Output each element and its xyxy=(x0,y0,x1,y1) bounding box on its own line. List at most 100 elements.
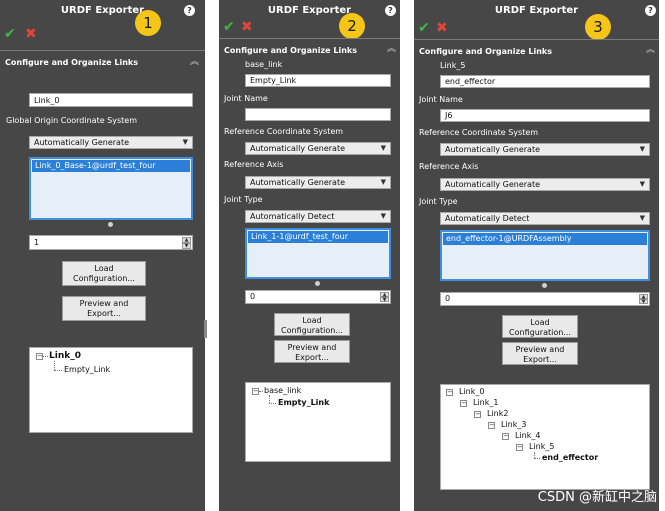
collapse-node-icon[interactable]: − xyxy=(516,444,523,451)
component-listbox[interactable]: end_effector-1@URDFAssembly xyxy=(440,230,650,281)
select-value: Automatically Generate xyxy=(445,180,541,189)
panel-title: URDF Exporter xyxy=(60,5,145,16)
help-icon[interactable]: ? xyxy=(184,5,195,16)
load-configuration-button[interactable]: Load Configuration... xyxy=(502,315,578,338)
button-line-1: Preview and xyxy=(515,345,565,354)
select-value: Automatically Detect xyxy=(445,214,530,223)
link-tree[interactable]: − base_link Empty_Link xyxy=(245,382,391,462)
panel-title: URDF Exporter xyxy=(267,5,352,16)
collapse-icon[interactable]: ︽ xyxy=(387,45,396,54)
coord-system-select[interactable]: Automatically Generate ▼ xyxy=(29,136,193,149)
ok-check-icon[interactable]: ✔ xyxy=(4,27,16,41)
resize-grip-icon[interactable] xyxy=(315,281,320,286)
child-count-stepper[interactable]: 1 ▲ ▼ xyxy=(29,235,193,250)
chevron-down-icon: ▼ xyxy=(182,138,188,146)
ok-check-icon[interactable]: ✔ xyxy=(418,21,430,35)
button-line-2: Export... xyxy=(295,353,329,362)
collapse-node-icon[interactable]: − xyxy=(252,388,259,395)
collapse-node-icon[interactable]: − xyxy=(502,433,509,440)
joint-name-label: Joint Name xyxy=(224,94,268,103)
tree-node[interactable]: Empty_Link xyxy=(278,398,329,407)
select-value: Automatically Generate xyxy=(34,138,130,147)
component-item[interactable]: end_effector-1@URDFAssembly xyxy=(443,233,647,245)
link-name-input[interactable]: end_effector xyxy=(440,75,650,88)
component-item[interactable]: Link_1-1@urdf_test_four xyxy=(248,231,388,243)
load-configuration-button[interactable]: Load Configuration... xyxy=(62,261,146,286)
resize-grip-icon[interactable] xyxy=(542,283,547,288)
ref-coord-select[interactable]: Automatically Generate ▼ xyxy=(440,143,650,156)
joint-type-select[interactable]: Automatically Detect ▼ xyxy=(440,212,650,225)
preview-export-button[interactable]: Preview and Export... xyxy=(274,340,350,363)
link-tree[interactable]: − Link_0 − Link_1 − Link2 − Link_3 − Lin… xyxy=(440,384,650,490)
link-name-input[interactable]: Link_0 xyxy=(29,93,193,107)
tree-node[interactable]: Link2 xyxy=(487,409,508,418)
stepper-value: 0 xyxy=(445,294,451,303)
tree-node[interactable]: end_effector xyxy=(542,453,598,462)
link-name-input[interactable]: Empty_Link xyxy=(245,74,391,87)
collapse-icon[interactable]: ︽ xyxy=(190,58,199,67)
collapse-node-icon[interactable]: − xyxy=(488,422,495,429)
tree-node[interactable]: Link_0 xyxy=(49,351,81,361)
child-count-stepper[interactable]: 0 ▲ ▼ xyxy=(245,290,391,304)
child-count-stepper[interactable]: 0 ▲ ▼ xyxy=(440,292,650,306)
select-value: Automatically Detect xyxy=(250,212,335,221)
button-line-2: Export... xyxy=(87,309,121,318)
joint-name-label: Joint Name xyxy=(419,95,463,104)
ok-check-icon[interactable]: ✔ xyxy=(223,20,235,34)
ref-axis-select[interactable]: Automatically Generate ▼ xyxy=(440,178,650,191)
preview-export-button[interactable]: Preview and Export... xyxy=(62,296,146,321)
tree-node[interactable]: Link_1 xyxy=(473,398,498,407)
component-listbox[interactable]: Link_1-1@urdf_test_four xyxy=(245,228,391,279)
ref-axis-select[interactable]: Automatically Generate ▼ xyxy=(245,176,391,189)
select-value: Automatically Generate xyxy=(445,145,541,154)
collapse-node-icon[interactable]: − xyxy=(474,411,481,418)
ref-coord-label: Reference Coordinate System xyxy=(419,128,539,137)
collapse-node-icon[interactable]: − xyxy=(446,389,453,396)
button-line-2: Configuration... xyxy=(509,328,571,337)
cancel-x-icon[interactable]: ✖ xyxy=(241,20,253,34)
chevron-down-icon: ▼ xyxy=(639,214,645,222)
tree-node[interactable]: Link_0 xyxy=(459,387,484,396)
stepper-value: 1 xyxy=(34,238,40,247)
help-icon[interactable]: ? xyxy=(645,5,656,16)
joint-type-label: Joint Type xyxy=(224,195,263,204)
preview-export-button[interactable]: Preview and Export... xyxy=(502,342,578,365)
chevron-down-icon: ▼ xyxy=(639,145,645,153)
tree-node[interactable]: Link_4 xyxy=(515,431,540,440)
collapse-node-icon[interactable]: − xyxy=(460,400,467,407)
cancel-x-icon[interactable]: ✖ xyxy=(436,21,448,35)
collapse-node-icon[interactable]: − xyxy=(36,353,43,360)
tree-node[interactable]: Link_5 xyxy=(529,442,554,451)
divider xyxy=(0,50,205,51)
joint-name-input[interactable] xyxy=(245,108,391,121)
button-line-1: Preview and xyxy=(79,299,129,308)
stepper-value: 0 xyxy=(250,292,256,301)
stepper-down-icon[interactable]: ▼ xyxy=(639,299,648,305)
collapse-icon[interactable]: ︽ xyxy=(646,46,655,55)
tree-node[interactable]: Link_3 xyxy=(501,420,526,429)
link-name-label: Link_5 xyxy=(440,61,466,70)
joint-type-label: Joint Type xyxy=(419,197,458,206)
help-icon[interactable]: ? xyxy=(385,5,396,16)
splitter-handle[interactable] xyxy=(204,320,207,338)
component-item[interactable]: Link_0_Base-1@urdf_test_four xyxy=(32,160,190,172)
joint-name-input[interactable]: J6 xyxy=(440,109,650,122)
component-listbox[interactable]: Link_0_Base-1@urdf_test_four xyxy=(29,157,193,220)
tree-node[interactable]: Empty_Link xyxy=(64,365,110,374)
joint-type-select[interactable]: Automatically Detect ▼ xyxy=(245,210,391,223)
ref-axis-label: Reference Axis xyxy=(224,160,284,169)
ref-coord-select[interactable]: Automatically Generate ▼ xyxy=(245,142,391,155)
resize-grip-icon[interactable] xyxy=(108,222,113,227)
panel-1: URDF Exporter ? 1 ✔ ✖ Configure and Orga… xyxy=(0,0,205,511)
button-line-1: Load xyxy=(302,316,322,325)
load-configuration-button[interactable]: Load Configuration... xyxy=(274,313,350,336)
select-value: Automatically Generate xyxy=(250,178,346,187)
cancel-x-icon[interactable]: ✖ xyxy=(25,27,37,41)
select-value: Automatically Generate xyxy=(250,144,346,153)
section-title: Configure and Organize Links xyxy=(224,46,357,55)
chevron-down-icon: ▼ xyxy=(639,180,645,188)
link-tree[interactable]: − Link_0 Empty_Link xyxy=(29,347,193,433)
stepper-down-icon[interactable]: ▼ xyxy=(182,243,191,249)
stepper-down-icon[interactable]: ▼ xyxy=(380,297,389,303)
tree-node[interactable]: base_link xyxy=(264,386,301,395)
